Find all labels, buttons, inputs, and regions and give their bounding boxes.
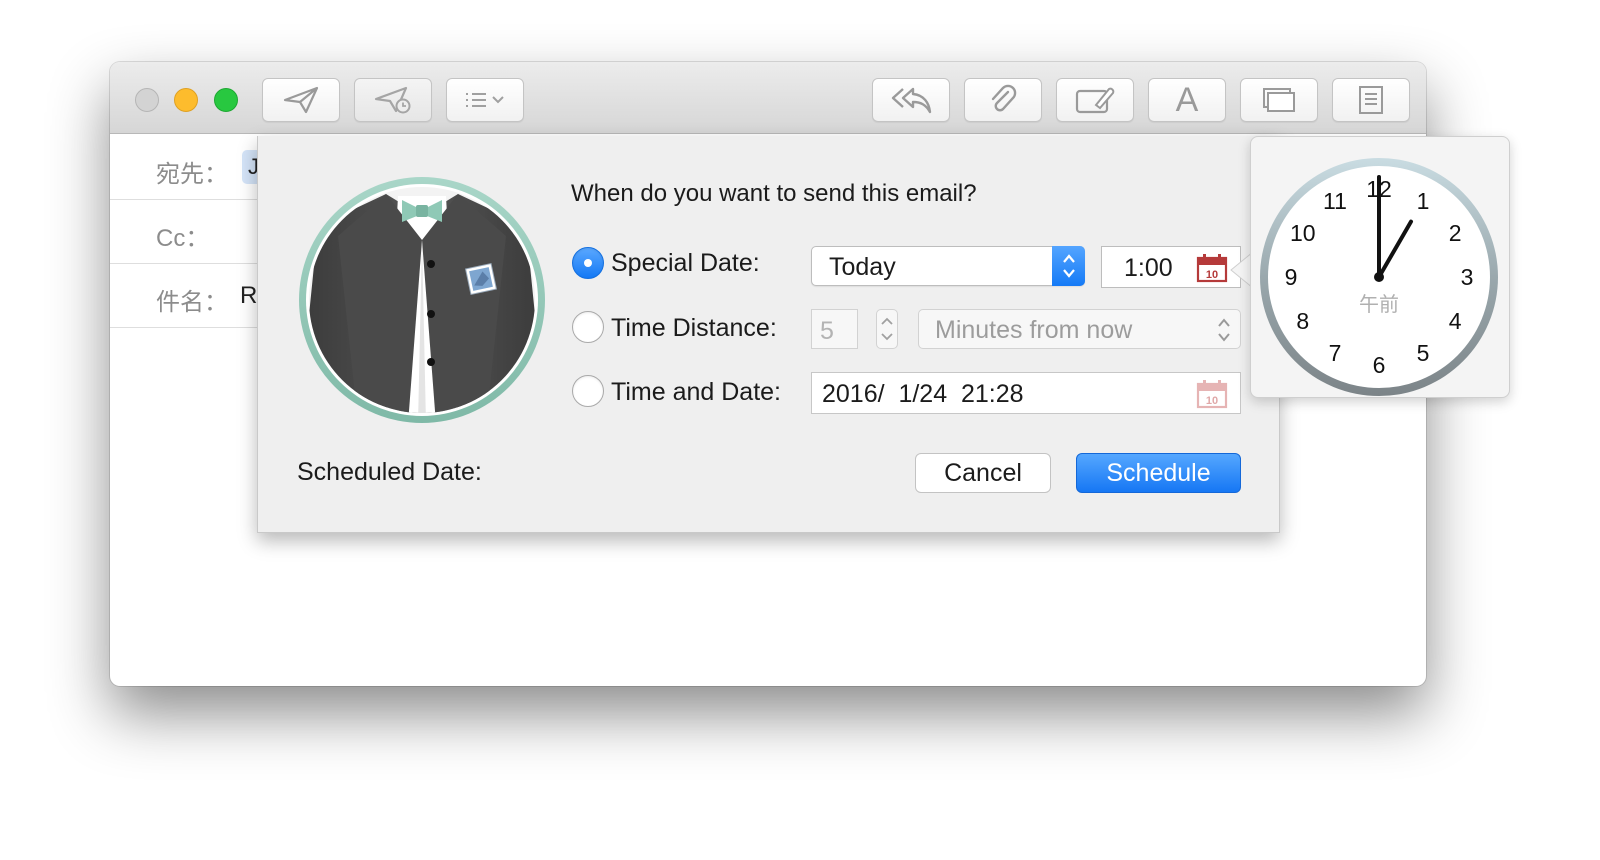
time-distance-amount-field[interactable]: 5: [811, 309, 858, 349]
photo-browser-icon: [1263, 88, 1295, 112]
reply-all-button[interactable]: [872, 78, 950, 122]
clock-number: 9: [1285, 264, 1298, 290]
popup-arrows-icon: [1052, 246, 1085, 286]
special-date-popup[interactable]: Today: [811, 246, 1085, 286]
clock-number: 7: [1329, 340, 1342, 366]
schedule-dialog: When do you want to send this email? Spe…: [257, 136, 1280, 533]
format-text-icon: A: [1175, 80, 1199, 119]
special-date-value: Today: [829, 253, 896, 281]
send-icon: [283, 86, 319, 114]
send-button[interactable]: [262, 78, 340, 122]
special-time-value: 1:00: [1124, 254, 1173, 282]
clock-center-pin: [1374, 272, 1384, 282]
time-distance-radio[interactable]: [572, 311, 604, 343]
clock-popover: 121234567891011 午前: [1250, 136, 1510, 398]
time-and-date-value: 2016/ 1/24 21:28: [822, 380, 1024, 408]
time-distance-unit-popup[interactable]: Minutes from now: [918, 309, 1241, 349]
time-distance-amount: 5: [820, 317, 834, 345]
time-distance-stepper[interactable]: [876, 309, 898, 349]
clock-period-label: 午前: [1359, 292, 1399, 316]
clock-number: 6: [1373, 352, 1386, 378]
dialog-question: When do you want to send this email?: [571, 180, 977, 207]
time-and-date-label[interactable]: Time and Date:: [611, 378, 781, 407]
minimize-window-button[interactable]: [174, 88, 198, 112]
clock-number: 10: [1290, 220, 1316, 246]
time-distance-label[interactable]: Time Distance:: [611, 314, 777, 343]
format-text-button[interactable]: A: [1148, 78, 1226, 122]
cc-label: Cc：: [156, 225, 210, 252]
subject-value[interactable]: R: [240, 282, 257, 310]
header-fields-button[interactable]: [446, 78, 524, 122]
send-later-icon: [374, 86, 411, 114]
clock-number: 5: [1417, 340, 1430, 366]
close-window-button[interactable]: [135, 88, 159, 112]
clock-number: 1: [1417, 188, 1430, 214]
to-label: 宛先：: [156, 161, 228, 188]
schedule-button[interactable]: Schedule: [1076, 453, 1241, 493]
reply-all-icon: [891, 87, 932, 114]
toolbar: A: [110, 62, 1426, 134]
stationery-icon: [1359, 86, 1383, 114]
attachment-button[interactable]: [964, 78, 1042, 122]
clock-number: 11: [1323, 188, 1347, 214]
calendar-icon-disabled-text: 10: [1206, 395, 1218, 407]
analog-clock[interactable]: 121234567891011 午前: [1257, 155, 1501, 399]
header-fields-icon: [466, 93, 504, 107]
clock-number: 3: [1461, 264, 1474, 290]
calendar-icon-disabled[interactable]: 10: [1196, 379, 1228, 409]
calendar-icon[interactable]: 10: [1196, 253, 1228, 283]
stepper-arrows-icon: [881, 317, 893, 341]
subject-label: 件名：: [156, 289, 228, 316]
send-later-button[interactable]: [354, 78, 432, 122]
time-distance-unit: Minutes from now: [935, 316, 1133, 344]
photo-browser-button[interactable]: [1240, 78, 1318, 122]
special-time-field[interactable]: 1:00 10: [1101, 246, 1241, 288]
chevron-updown-icon: [1218, 318, 1230, 342]
markup-icon: [1075, 87, 1115, 114]
zoom-window-button[interactable]: [214, 88, 238, 112]
clock-number: 2: [1449, 220, 1462, 246]
time-and-date-field[interactable]: 2016/ 1/24 21:28 10: [811, 372, 1241, 414]
cancel-button[interactable]: Cancel: [915, 453, 1051, 493]
special-date-label[interactable]: Special Date:: [611, 249, 760, 278]
clock-number: 4: [1449, 308, 1462, 334]
special-date-radio[interactable]: [572, 247, 604, 279]
scheduled-date-label: Scheduled Date:: [297, 458, 482, 486]
stationery-button[interactable]: [1332, 78, 1410, 122]
attachment-icon: [991, 84, 1017, 112]
calendar-icon-text: 10: [1206, 269, 1218, 281]
markup-button[interactable]: [1056, 78, 1134, 122]
clock-number: 8: [1296, 308, 1309, 334]
app-tuxedo-icon: [299, 177, 545, 423]
time-and-date-radio[interactable]: [572, 375, 604, 407]
